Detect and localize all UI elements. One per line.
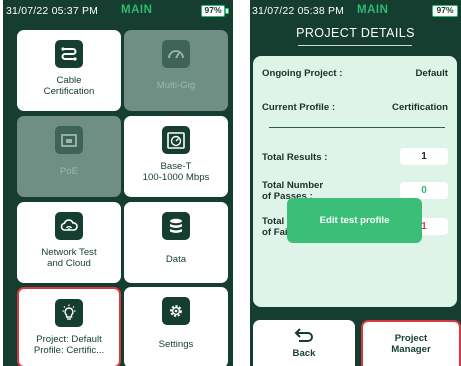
tile-label: Project: Default Profile: Certific... — [33, 334, 105, 356]
gear-icon — [162, 297, 190, 325]
status-mode: MAIN — [357, 4, 389, 16]
database-icon — [162, 212, 190, 240]
status-time: 31/07/22 05:37 PM — [6, 5, 99, 17]
lightbulb-icon — [55, 299, 83, 327]
page-title: PROJECT DETAILS — [296, 26, 415, 40]
cable-icon — [55, 40, 83, 68]
project-manager-button[interactable]: Project Manager — [361, 320, 461, 366]
tile-label: Multi-Gig — [156, 80, 196, 91]
tile-label: Base-T 100-1000 Mbps — [142, 161, 210, 183]
tile-data[interactable]: Data — [124, 202, 228, 283]
cloud-icon — [55, 212, 83, 240]
tile-label: Network Test and Cloud — [41, 247, 97, 269]
tile-base-t[interactable]: Base-T 100-1000 Mbps — [124, 116, 228, 197]
total-results-value: 1 — [400, 148, 448, 165]
speedometer-icon — [162, 40, 190, 68]
edit-test-profile-button[interactable]: Edit test profile — [287, 198, 422, 243]
current-profile-value: Certification — [392, 102, 448, 113]
current-profile-label: Current Profile : — [262, 102, 336, 113]
tile-multi-gig[interactable]: Multi-Gig — [124, 30, 228, 111]
back-button[interactable]: Back — [253, 320, 355, 366]
divider — [269, 127, 445, 128]
tile-project-profile[interactable]: Project: Default Profile: Certific... — [17, 287, 121, 366]
project-details-screen: 31/07/22 05:38 PM MAIN 97% PROJECT DETAI… — [250, 0, 461, 366]
total-results-label: Total Results : — [262, 152, 328, 163]
back-arrow-icon — [293, 327, 315, 348]
ongoing-project-label: Ongoing Project : — [262, 68, 343, 79]
project-manager-label: Project Manager — [391, 333, 431, 355]
tile-network-test-cloud[interactable]: Network Test and Cloud — [17, 202, 121, 283]
battery-cap-icon — [225, 8, 229, 14]
back-button-label: Back — [292, 348, 316, 359]
tile-poe[interactable]: PoE — [17, 116, 121, 197]
main-menu-screen: 31/07/22 05:37 PM MAIN 97% Cable Certifi… — [3, 0, 233, 366]
status-time: 31/07/22 05:38 PM — [252, 5, 345, 17]
tile-label: PoE — [59, 166, 79, 177]
total-passes-value: 0 — [400, 182, 448, 199]
battery-indicator: 97% — [432, 5, 458, 17]
tile-settings[interactable]: Settings — [124, 287, 228, 366]
ethernet-port-icon — [55, 126, 83, 154]
tile-cable-certification[interactable]: Cable Certification — [17, 30, 121, 111]
tile-label: Data — [165, 254, 187, 265]
status-bar: 31/07/22 05:37 PM MAIN 97% — [3, 0, 233, 22]
status-mode: MAIN — [121, 4, 153, 16]
tile-label: Settings — [158, 339, 194, 350]
status-bar: 31/07/22 05:38 PM MAIN 97% — [250, 0, 461, 22]
ongoing-project-value: Default — [415, 68, 448, 79]
battery-indicator: 97% — [201, 5, 225, 17]
title-underline — [298, 45, 412, 46]
tile-label: Cable Certification — [43, 75, 95, 97]
project-details-card: Ongoing Project : Default Current Profil… — [253, 56, 457, 307]
stopwatch-icon — [162, 126, 190, 154]
